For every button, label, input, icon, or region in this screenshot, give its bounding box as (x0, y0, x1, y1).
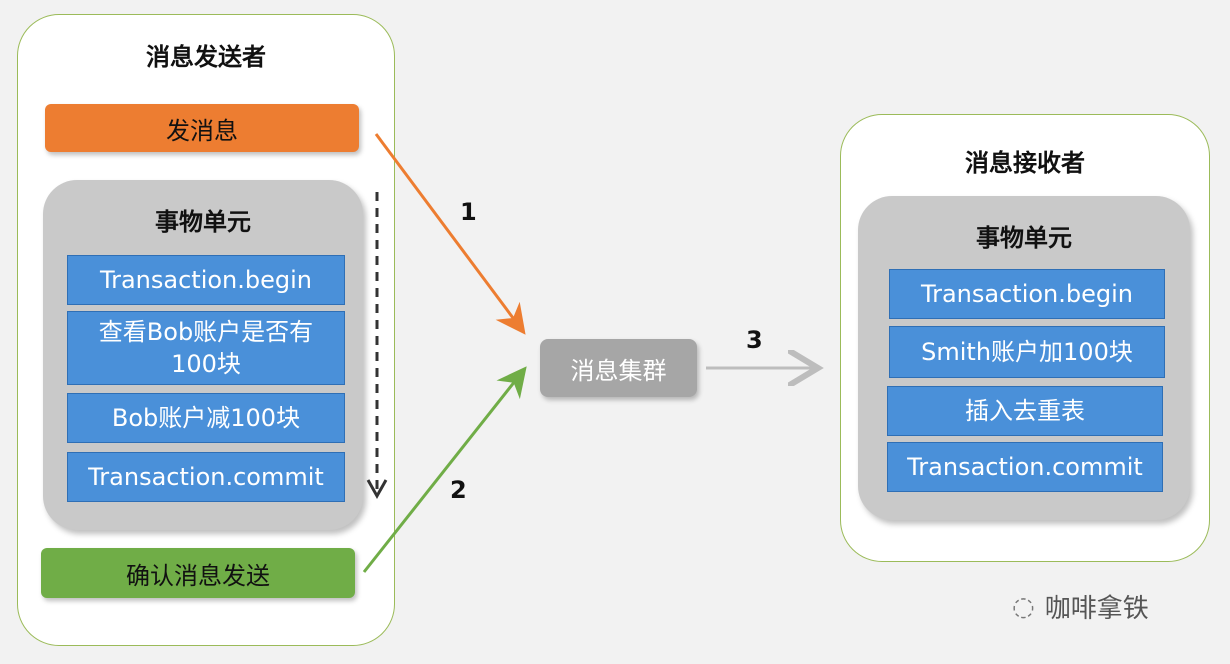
arrow-2-label: 2 (450, 476, 467, 504)
wechat-icon: ◌ (1012, 591, 1035, 622)
arrow-1-line (374, 133, 526, 335)
arrow-1-label: 1 (460, 198, 477, 226)
arrow-2-line (362, 366, 527, 573)
watermark: ◌ 咖啡拿铁 (1012, 588, 1149, 625)
arrow-3-label: 3 (746, 326, 763, 354)
diagram-canvas: 消息发送者 发消息 事物单元 Transaction.begin 查看Bob账户… (0, 0, 1230, 664)
arrows-layer (362, 133, 1230, 573)
watermark-text: 咖啡拿铁 (1044, 594, 1149, 624)
